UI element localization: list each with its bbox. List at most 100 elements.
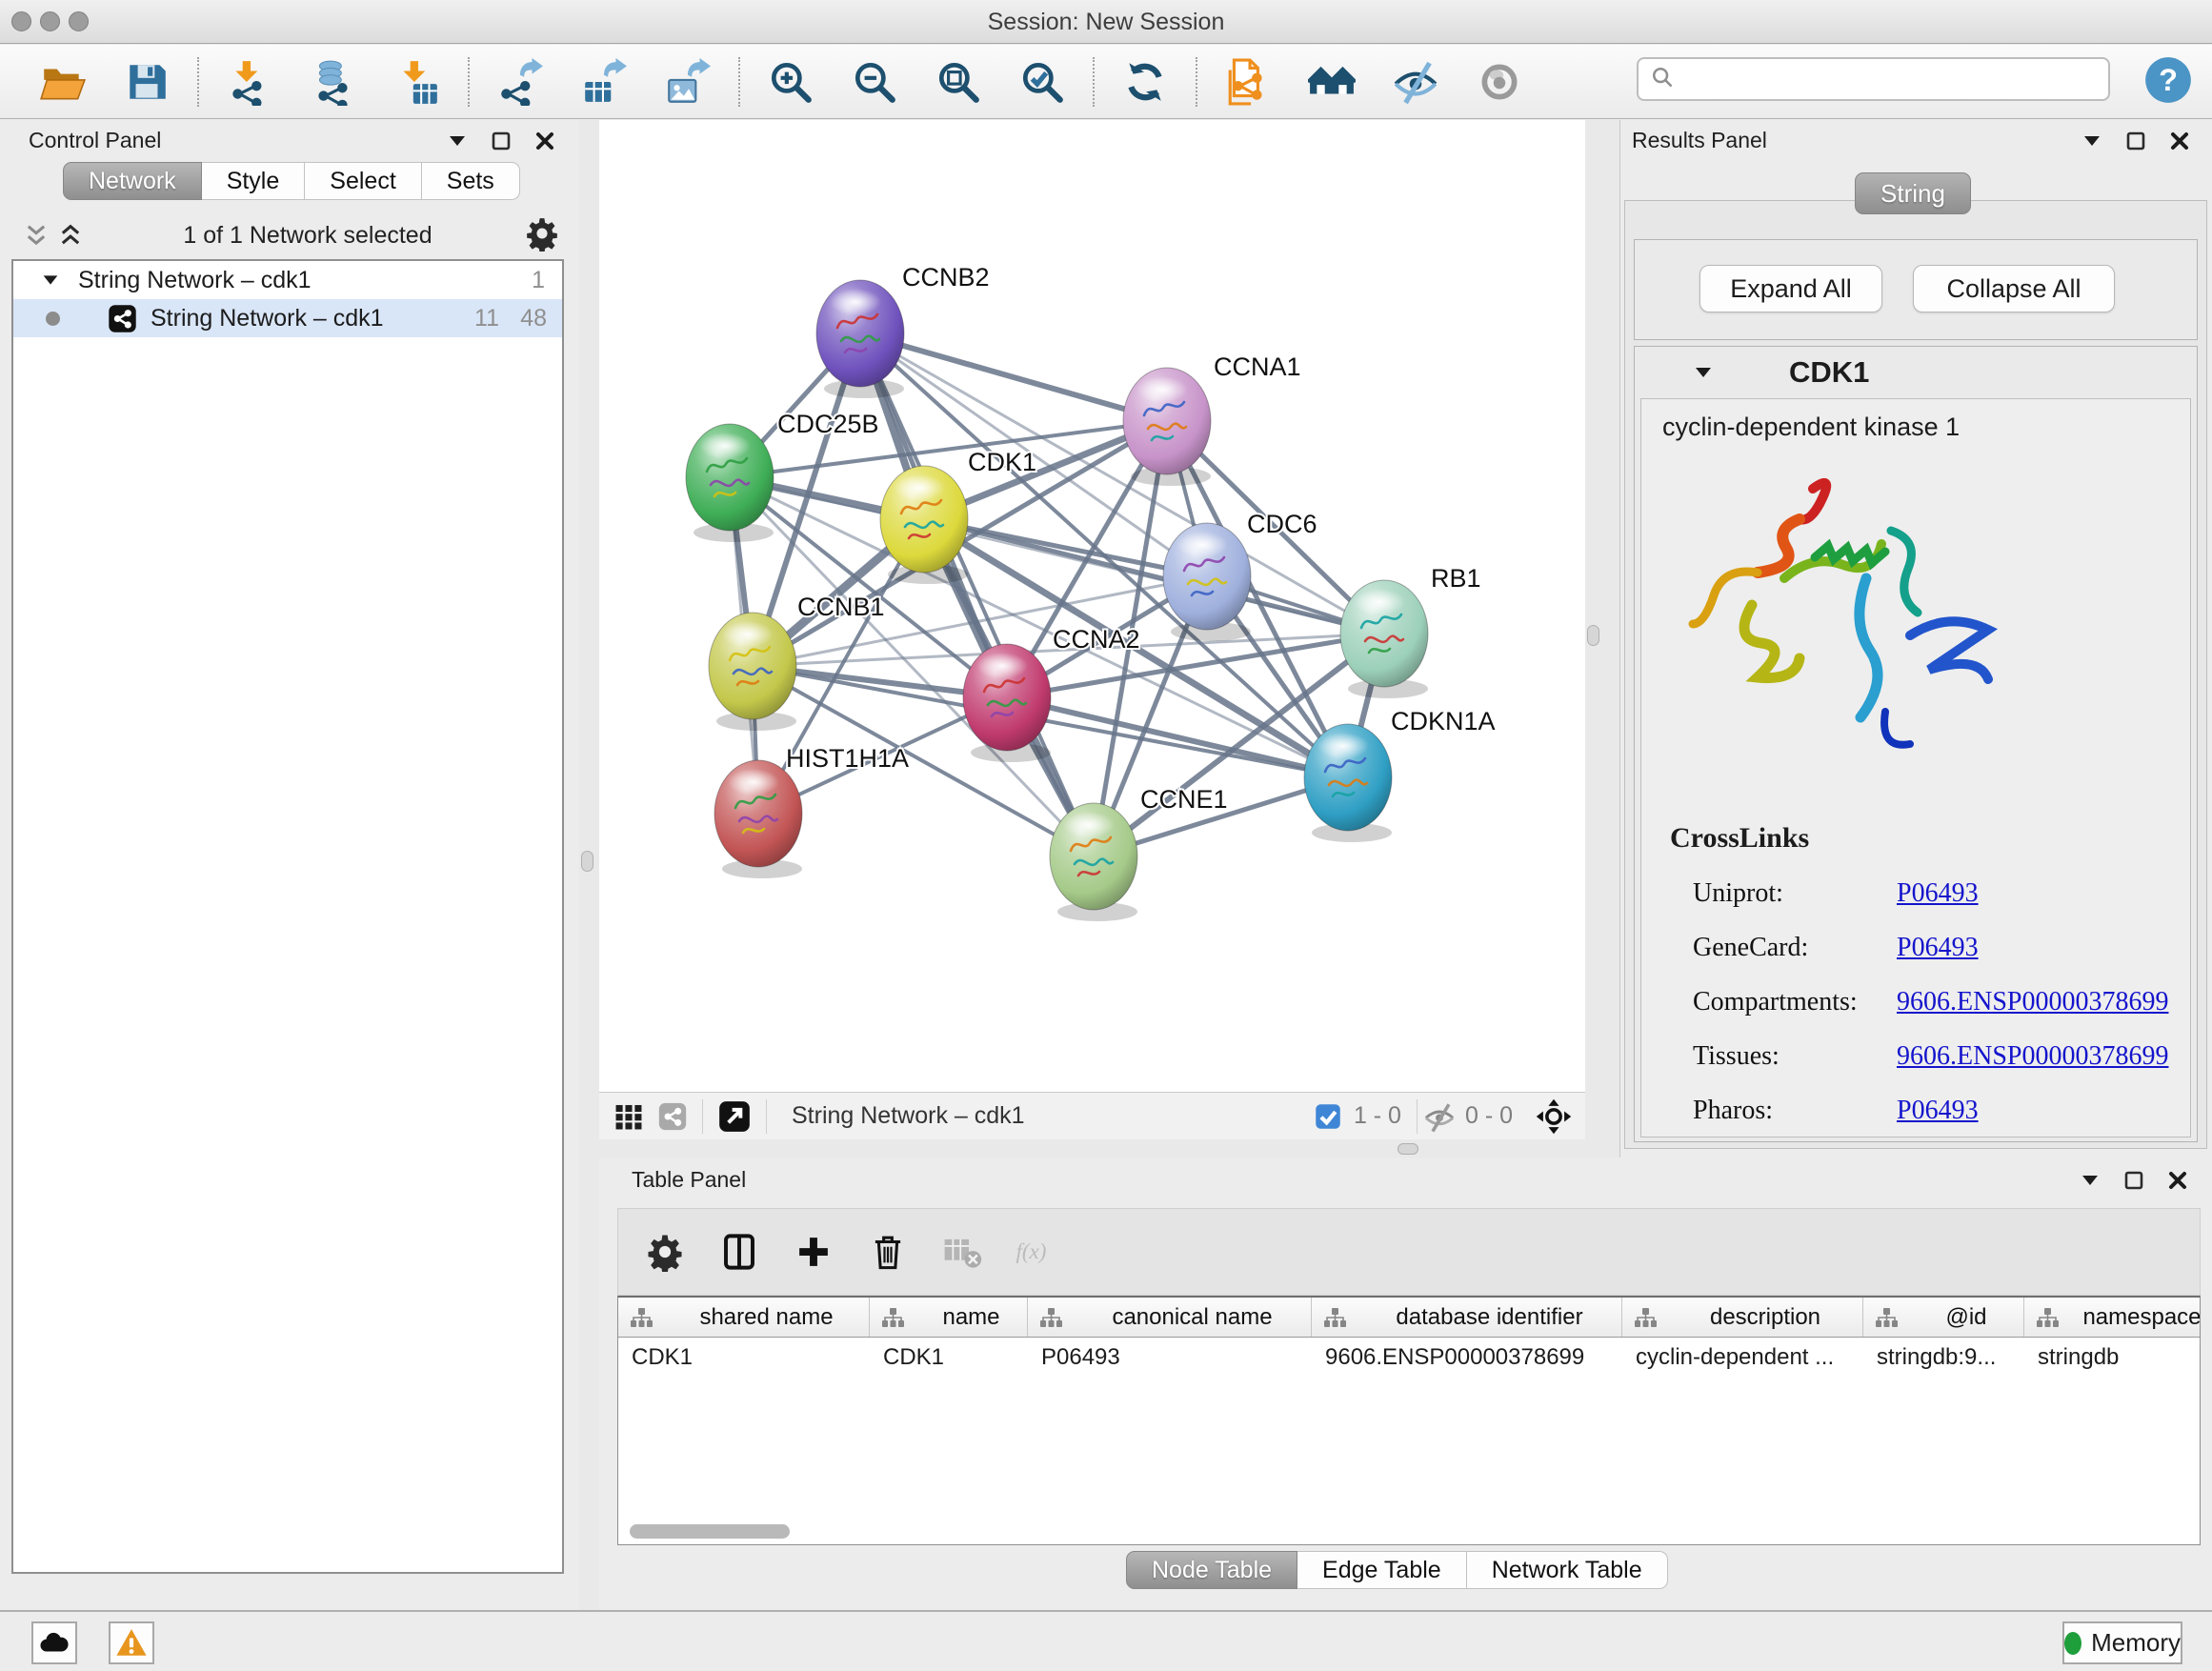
hide-selected-button[interactable]: [1374, 54, 1458, 110]
table-cell[interactable]: CDK1: [870, 1338, 1028, 1378]
results-panel-float-button[interactable]: [2124, 130, 2147, 152]
share-document-button[interactable]: [1206, 54, 1290, 110]
table-cell[interactable]: 9606.ENSP00000378699: [1312, 1338, 1622, 1378]
string-home-button[interactable]: [1290, 54, 1374, 110]
tab-node-table[interactable]: Node Table: [1126, 1551, 1297, 1589]
search-input[interactable]: [1677, 61, 2108, 97]
network-canvas[interactable]: CCNB2CCNA1CDC25BCDK1CDC6RB1CCNB1CCNA2CDK…: [599, 120, 1585, 1092]
open-session-button[interactable]: [21, 54, 105, 110]
maximize-window-button[interactable]: [69, 11, 89, 31]
crosslink-link[interactable]: P06493: [1897, 1096, 1979, 1126]
export-image-button[interactable]: [646, 54, 730, 110]
add-row-button[interactable]: [792, 1230, 835, 1274]
collapse-all-networks-icon[interactable]: [23, 221, 57, 250]
column-type-icon: [630, 1306, 653, 1329]
zoom-in-button[interactable]: [749, 54, 833, 110]
import-table-button[interactable]: [375, 54, 459, 110]
table-cell[interactable]: stringdb:9...: [1863, 1338, 2024, 1378]
selected-checkbox-icon[interactable]: [1312, 1100, 1344, 1133]
column-header-canonical-name[interactable]: canonical name: [1028, 1298, 1312, 1337]
import-network-button[interactable]: [208, 54, 292, 110]
network-graph[interactable]: CCNB2CCNA1CDC25BCDK1CDC6RB1CCNB1CCNA2CDK…: [599, 120, 1585, 1092]
edge-CCNA2-CDKN1A[interactable]: [1007, 697, 1348, 777]
collection-expander-icon[interactable]: [40, 270, 65, 291]
tab-network-table[interactable]: Network Table: [1467, 1551, 1668, 1589]
table-cell[interactable]: stringdb: [2024, 1338, 2201, 1378]
network-options-gear-icon[interactable]: [524, 215, 560, 256]
results-panel-menu-button[interactable]: [2081, 130, 2103, 152]
cloud-icon[interactable]: [31, 1621, 77, 1664]
save-session-button[interactable]: [105, 54, 189, 110]
hidden-eye-icon[interactable]: [1423, 1100, 1456, 1133]
collapse-all-button[interactable]: Collapse All: [1913, 265, 2115, 312]
column-header-@id[interactable]: @id: [1863, 1298, 2024, 1337]
horizontal-scrollbar[interactable]: [630, 1524, 790, 1539]
export-table-button[interactable]: [562, 54, 646, 110]
gene-section-header[interactable]: CDK1: [1635, 347, 2197, 398]
network-row-selected[interactable]: String Network – cdk1 11 48: [13, 299, 562, 337]
column-header-description[interactable]: description: [1622, 1298, 1863, 1337]
refresh-button[interactable]: [1103, 54, 1187, 110]
control-panel-close-button[interactable]: [533, 130, 556, 152]
tab-string[interactable]: String: [1855, 172, 1971, 214]
control-panel-menu-button[interactable]: [446, 130, 469, 152]
gene-expander-icon[interactable]: [1692, 361, 1715, 384]
expand-all-button[interactable]: Expand All: [1699, 265, 1882, 312]
grid-view-icon[interactable]: [613, 1100, 645, 1133]
fit-content-crosshair-icon[interactable]: [1536, 1098, 1572, 1135]
table-panel-menu-button[interactable]: [2079, 1169, 2101, 1192]
zoom-fit-button[interactable]: [916, 54, 1000, 110]
table-cell[interactable]: cyclin-dependent ...: [1622, 1338, 1863, 1378]
export-network-button[interactable]: [478, 54, 562, 110]
column-header-database-identifier[interactable]: database identifier: [1312, 1298, 1622, 1337]
tab-network[interactable]: Network: [63, 162, 202, 200]
expand-all-networks-icon[interactable]: [57, 221, 91, 250]
show-all-button[interactable]: [1458, 54, 1541, 110]
crosslink-link[interactable]: P06493: [1897, 933, 1979, 963]
column-header-shared-name[interactable]: shared name: [618, 1298, 870, 1337]
crosslink-link[interactable]: 9606.ENSP00000378699: [1897, 1041, 2168, 1072]
detach-view-icon[interactable]: [716, 1098, 753, 1135]
tab-style[interactable]: Style: [202, 162, 306, 200]
tab-sets[interactable]: Sets: [422, 162, 520, 200]
node-CDKN1A[interactable]: CDKN1A: [1304, 707, 1496, 842]
node-RB1[interactable]: RB1: [1340, 564, 1481, 698]
warning-icon[interactable]: [109, 1621, 154, 1664]
minimize-window-button[interactable]: [40, 11, 60, 31]
zoom-selected-button[interactable]: [1000, 54, 1084, 110]
node-CCNB2[interactable]: CCNB2: [816, 263, 990, 398]
tab-edge-table[interactable]: Edge Table: [1297, 1551, 1467, 1589]
node-HIST1H1A[interactable]: HIST1H1A: [714, 744, 909, 878]
network-share-icon[interactable]: [656, 1100, 689, 1133]
bottom-splitter-handle[interactable]: [1398, 1143, 1418, 1155]
help-icon[interactable]: ?: [2143, 55, 2193, 105]
results-panel-close-button[interactable]: [2168, 130, 2191, 152]
node-table[interactable]: shared namenamecanonical namedatabase id…: [617, 1296, 2201, 1545]
crosslink-link[interactable]: P06493: [1897, 878, 1979, 909]
crosslink-link[interactable]: 9606.ENSP00000378699: [1897, 987, 2168, 1017]
tab-select[interactable]: Select: [305, 162, 421, 200]
network-collection-row[interactable]: String Network – cdk1 1: [13, 261, 562, 299]
node-CDC25B[interactable]: CDC25B: [686, 410, 879, 542]
table-settings-button[interactable]: [643, 1230, 687, 1274]
table-panel-close-button[interactable]: [2166, 1169, 2189, 1192]
control-panel-float-button[interactable]: [490, 130, 513, 152]
table-panel-float-button[interactable]: [2122, 1169, 2145, 1192]
import-database-button[interactable]: [292, 54, 375, 110]
show-columns-button[interactable]: [717, 1230, 761, 1274]
zoom-out-button[interactable]: [833, 54, 916, 110]
search-box[interactable]: [1637, 57, 2110, 101]
right-splitter-handle[interactable]: [1587, 625, 1599, 646]
node-CCNE1[interactable]: CCNE1: [1050, 785, 1228, 921]
delete-row-button[interactable]: [866, 1230, 910, 1274]
table-cell[interactable]: CDK1: [618, 1338, 870, 1378]
column-header-namespace[interactable]: namespace: [2024, 1298, 2201, 1337]
network-nodes[interactable]: CCNB2CCNA1CDC25BCDK1CDC6RB1CCNB1CCNA2CDK…: [686, 263, 1496, 921]
column-header-name[interactable]: name: [870, 1298, 1028, 1337]
close-window-button[interactable]: [11, 11, 31, 31]
edge-CCNB2-CCNE1[interactable]: [860, 333, 1094, 856]
left-splitter-handle[interactable]: [581, 851, 593, 872]
table-cell[interactable]: P06493: [1028, 1338, 1312, 1378]
table-row[interactable]: CDK1CDK1P064939606.ENSP00000378699cyclin…: [618, 1338, 2200, 1378]
memory-button[interactable]: Memory: [2062, 1621, 2182, 1664]
